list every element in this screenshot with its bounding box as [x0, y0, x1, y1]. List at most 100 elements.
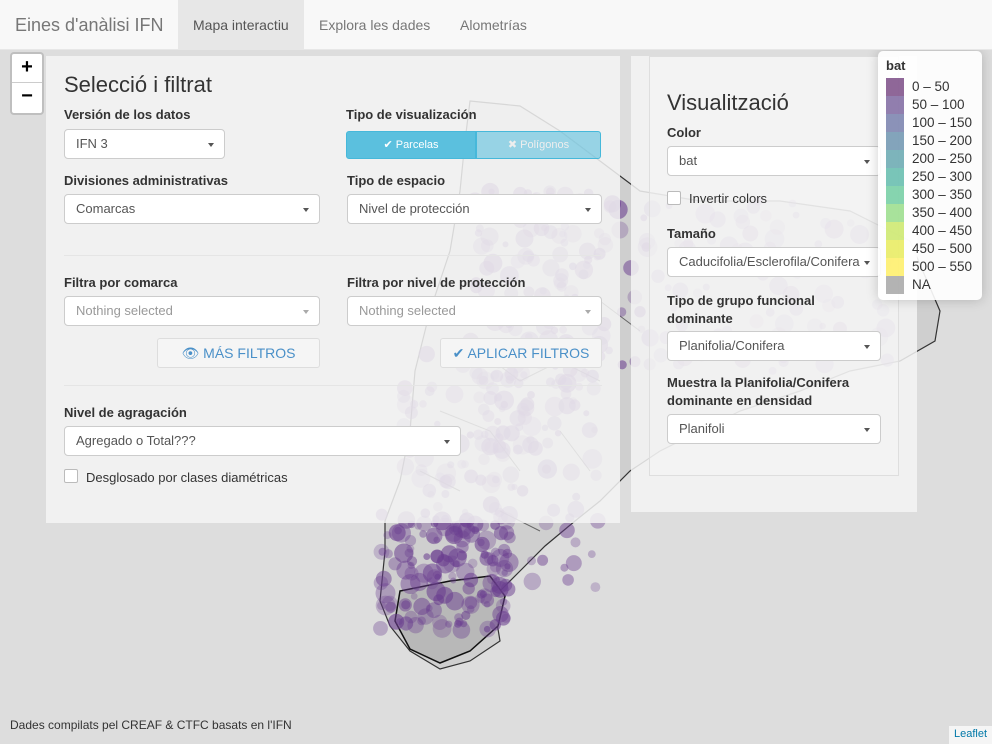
density-select[interactable]: Planifoli	[667, 414, 881, 444]
plot-point[interactable]	[477, 538, 485, 547]
chevron-down-icon	[864, 261, 870, 265]
plot-point[interactable]	[410, 592, 418, 600]
plot-point[interactable]	[383, 531, 392, 540]
plot-point[interactable]	[432, 570, 442, 580]
more-filters-button[interactable]: 👁 MÁS FILTROS	[157, 338, 320, 368]
plot-point[interactable]	[495, 598, 511, 614]
plot-point[interactable]	[503, 531, 516, 544]
plot-point[interactable]	[492, 581, 509, 598]
plot-point[interactable]	[559, 522, 575, 539]
size-select[interactable]: Caducifolia/Esclerofila/Conifera	[667, 247, 881, 277]
plot-point[interactable]	[445, 591, 465, 611]
version-select[interactable]: IFN 3	[64, 129, 225, 159]
plot-point[interactable]	[413, 597, 431, 616]
plot-point[interactable]	[587, 550, 596, 558]
navbar: Eines d'anàlisi IFN Mapa interactiu Expl…	[0, 0, 992, 50]
tab-explora-dades[interactable]: Explora les dades	[304, 0, 445, 50]
space-type-select[interactable]: Nivel de protección	[347, 194, 602, 224]
filter-protection-select[interactable]: Nothing selected	[347, 296, 602, 326]
app-brand[interactable]: Eines d'anàlisi IFN	[15, 15, 164, 36]
plot-point[interactable]	[537, 554, 549, 566]
plot-point[interactable]	[373, 621, 388, 636]
plot-point[interactable]	[454, 613, 464, 623]
zoom-out-button[interactable]: −	[12, 83, 42, 112]
filter-comarca-placeholder: Nothing selected	[76, 303, 173, 318]
legend-label: 150 – 200	[912, 133, 973, 148]
tab-mapa-interactiu[interactable]: Mapa interactiu	[178, 0, 304, 50]
space-type-value: Nivel de protección	[359, 201, 470, 216]
divider	[64, 385, 602, 386]
legend-label: 50 – 100	[912, 97, 965, 112]
invert-colors-label: Invertir colors	[689, 191, 768, 206]
legend-swatch	[886, 240, 904, 258]
plot-point[interactable]	[462, 582, 475, 595]
admin-div-label: Divisiones administrativas	[64, 173, 229, 188]
plot-point[interactable]	[378, 547, 387, 556]
plot-point[interactable]	[479, 551, 494, 566]
chevron-down-icon	[864, 160, 870, 164]
version-label: Versión de los datos	[64, 107, 191, 122]
plot-point[interactable]	[395, 618, 403, 625]
plot-point[interactable]	[448, 548, 467, 567]
plot-point[interactable]	[400, 574, 421, 594]
legend-swatch	[886, 258, 904, 276]
plot-point[interactable]	[560, 563, 569, 572]
plot-point[interactable]	[394, 543, 414, 563]
plot-point[interactable]	[448, 572, 457, 581]
plot-point[interactable]	[523, 572, 541, 591]
plot-point[interactable]	[457, 521, 476, 540]
plot-point[interactable]	[452, 621, 471, 639]
filter-protection-placeholder: Nothing selected	[359, 303, 456, 318]
legend-item: 50 – 100	[886, 96, 982, 114]
plot-point[interactable]	[570, 537, 581, 548]
plot-point[interactable]	[373, 575, 389, 591]
plot-point[interactable]	[527, 556, 536, 566]
breakdown-label: Desglosado por clases diamétricas	[86, 470, 288, 485]
toggle-parcelas[interactable]: ✔ Parcelas	[346, 131, 476, 159]
size-value: Caducifolia/Esclerofila/Conifera	[679, 254, 860, 269]
color-select[interactable]: bat	[667, 146, 881, 176]
admin-div-value: Comarcas	[76, 201, 136, 216]
legend-label: NA	[912, 277, 931, 292]
breakdown-checkbox[interactable]	[64, 469, 78, 483]
plot-point[interactable]	[483, 625, 491, 633]
plot-point[interactable]	[590, 582, 601, 592]
divider	[64, 255, 602, 256]
legend-item: NA	[886, 276, 982, 294]
admin-div-select[interactable]: Comarcas	[64, 194, 320, 224]
plot-point[interactable]	[377, 601, 386, 610]
plot-point[interactable]	[419, 530, 427, 538]
tab-alometrias[interactable]: Alometrías	[445, 0, 542, 50]
plot-point[interactable]	[491, 548, 510, 567]
legend-label: 200 – 250	[912, 151, 973, 166]
color-label: Color	[667, 125, 701, 140]
aggregation-select[interactable]: Agregado o Total???	[64, 426, 461, 456]
plot-point[interactable]	[562, 574, 574, 586]
plot-point[interactable]	[391, 523, 411, 543]
chevron-down-icon	[303, 208, 309, 212]
leaflet-link[interactable]: Leaflet	[948, 726, 992, 744]
legend-item: 300 – 350	[886, 186, 982, 204]
plot-point[interactable]	[398, 598, 412, 612]
invert-colors-checkbox[interactable]	[667, 191, 681, 205]
chevron-down-icon	[864, 345, 870, 349]
legend-label: 250 – 300	[912, 169, 973, 184]
plot-point[interactable]	[433, 536, 441, 544]
legend-label: 500 – 550	[912, 259, 973, 274]
plot-point[interactable]	[476, 588, 493, 604]
zoom-in-button[interactable]: +	[12, 54, 42, 83]
legend-item: 250 – 300	[886, 168, 982, 186]
color-value: bat	[679, 153, 698, 168]
toggle-poligonos[interactable]: ✖ Polígonos	[476, 131, 601, 159]
legend-swatch	[886, 96, 904, 114]
filter-comarca-select[interactable]: Nothing selected	[64, 296, 320, 326]
plot-point[interactable]	[414, 522, 422, 530]
plot-point[interactable]	[423, 553, 431, 560]
legend-item: 450 – 500	[886, 240, 982, 258]
legend-swatch	[886, 132, 904, 150]
apply-filters-button[interactable]: ✔ APLICAR FILTROS	[440, 338, 602, 368]
legend-item: 100 – 150	[886, 114, 982, 132]
chevron-down-icon	[585, 208, 591, 212]
plot-point[interactable]	[407, 617, 424, 634]
functional-group-select[interactable]: Planifolia/Conifera	[667, 331, 881, 361]
